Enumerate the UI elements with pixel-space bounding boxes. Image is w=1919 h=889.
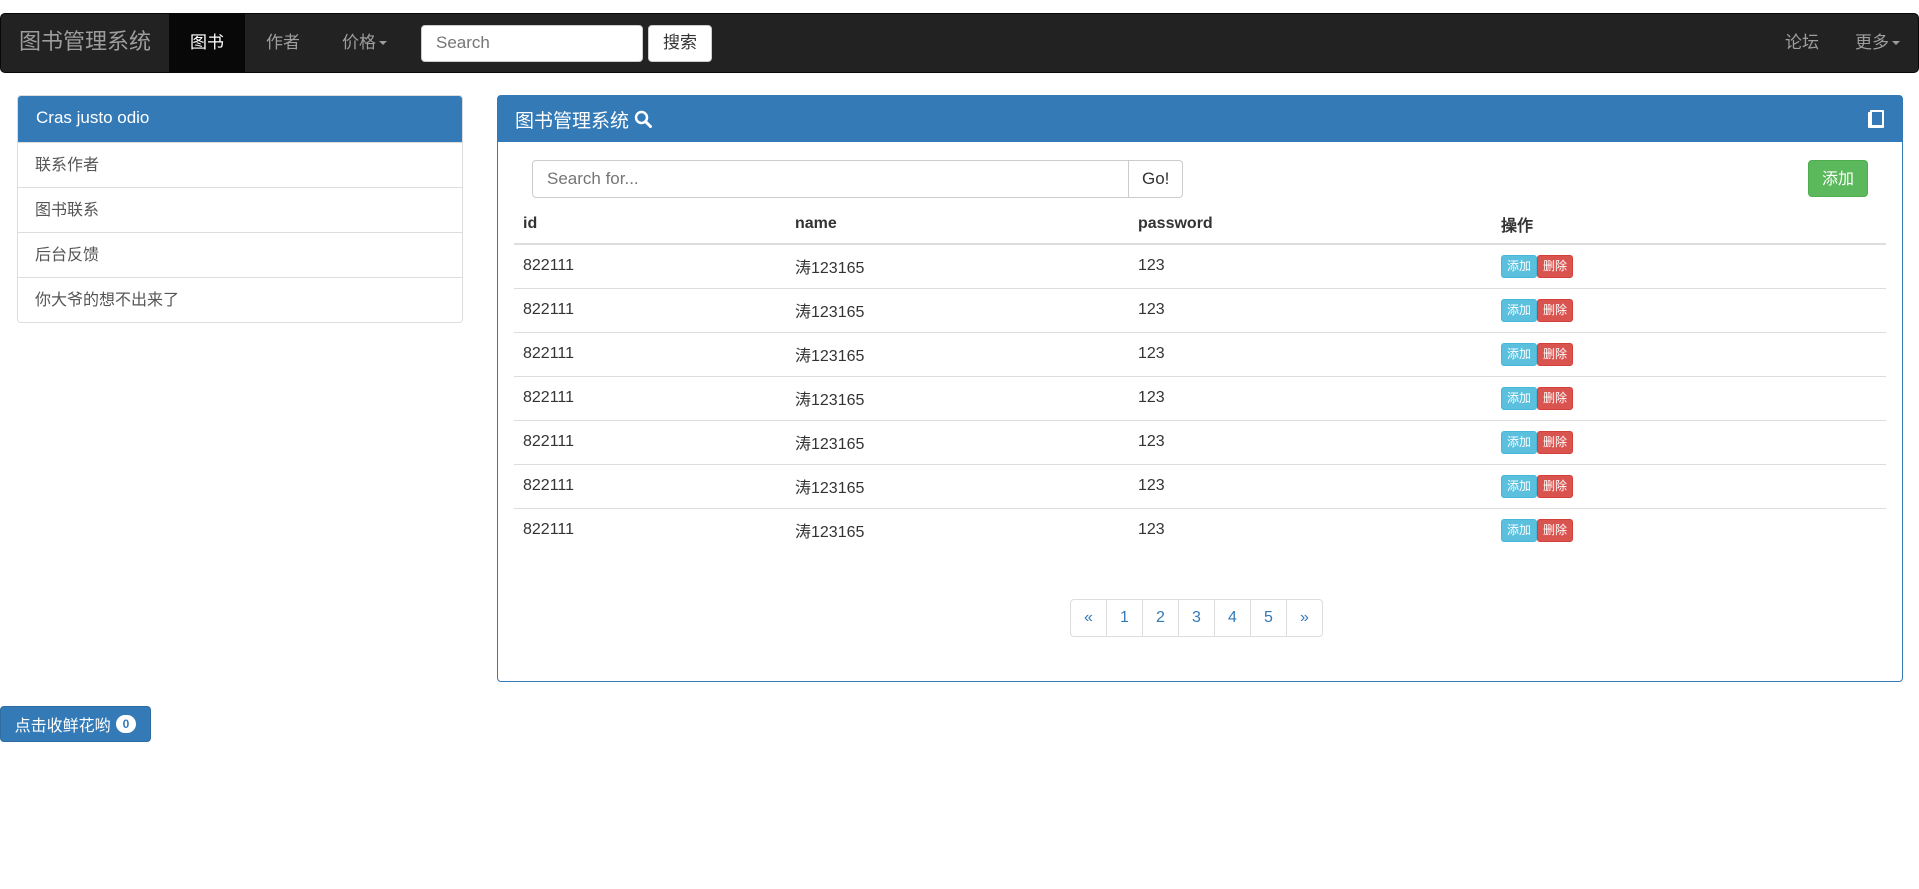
cell-actions: 添加 删除 (1492, 244, 1886, 288)
row-add-button[interactable]: 添加 (1501, 298, 1538, 322)
column-header-password: password (1129, 204, 1492, 245)
panel-heading: 图书管理系统 (498, 96, 1902, 142)
panel-search-group: Go! (532, 160, 1184, 198)
table-header-row: id name password 操作 (514, 204, 1886, 245)
cell-name: 涛123165 (786, 463, 1129, 508)
top-navbar: 图书管理系统 图书 作者 价格 搜索 论坛 更多 (0, 13, 1919, 73)
table-row: 822111 涛123165 123 添加 删除 (514, 419, 1886, 464)
column-header-actions: 操作 (1492, 204, 1886, 245)
nav-item-label: 图书 (190, 33, 225, 53)
pagination-page[interactable]: 5 (1250, 599, 1287, 637)
cell-name: 涛123165 (786, 287, 1129, 332)
row-delete-button[interactable]: 删除 (1537, 254, 1574, 278)
add-button[interactable]: 添加 (1808, 160, 1868, 197)
cell-actions: 添加 删除 (1492, 331, 1886, 376)
table-row: 822111 涛123165 123 添加 删除 (514, 507, 1886, 552)
pagination: «1 2 3 4 5» (1070, 599, 1323, 637)
nav-dropdown-more[interactable]: 更多 (1837, 13, 1918, 73)
nav-item-forum[interactable]: 论坛 (1767, 13, 1837, 73)
table-row: 822111 涛123165 123 添加 删除 (514, 287, 1886, 332)
table-row: 822111 涛123165 123 添加 删除 (514, 331, 1886, 376)
sidebar-item-contact-author[interactable]: 联系作者 (18, 142, 462, 187)
table-row: 822111 涛123165 123 添加 删除 (514, 375, 1886, 420)
row-add-button[interactable]: 添加 (1501, 518, 1538, 542)
navbar-brand[interactable]: 图书管理系统 (1, 13, 169, 73)
cell-password: 123 (1129, 463, 1492, 508)
cell-id: 822111 (514, 287, 786, 332)
row-delete-button[interactable]: 删除 (1537, 518, 1574, 542)
row-delete-button[interactable]: 删除 (1537, 386, 1574, 410)
cell-name: 涛123165 (786, 331, 1129, 376)
cell-id: 822111 (514, 331, 786, 376)
row-add-button[interactable]: 添加 (1501, 430, 1538, 454)
pagination-page[interactable]: 2 (1142, 599, 1179, 637)
navbar-search-input[interactable] (421, 24, 644, 62)
navbar-right: 论坛 更多 (1767, 13, 1918, 73)
search-icon (634, 110, 653, 128)
cell-actions: 添加 删除 (1492, 419, 1886, 464)
cell-password: 123 (1129, 419, 1492, 464)
cell-id: 822111 (514, 463, 786, 508)
cell-id: 822111 (523, 257, 575, 275)
cell-actions: 添加 删除 (1492, 375, 1886, 420)
nav-dropdown-price[interactable]: 价格 (321, 13, 408, 73)
row-delete-button[interactable]: 删除 (1537, 298, 1574, 322)
table-body: 822111 涛123165 123 添加 删除 822111 涛123165 123 添加 删除… (514, 244, 1886, 552)
cell-name: 涛123165 (795, 260, 865, 278)
caret-down-icon (379, 41, 388, 45)
panel-title: 图书管理系统 (515, 109, 630, 132)
cell-name: 涛123165 (786, 419, 1129, 464)
table-row: 822111 涛123165 123 添加 删除 (514, 244, 1886, 288)
panel-search-input[interactable] (532, 160, 1129, 198)
caret-down-icon (1892, 41, 1900, 45)
cell-actions: 添加 删除 (1492, 287, 1886, 332)
cell-id: 822111 (514, 507, 786, 552)
flower-button-label: 点击收鲜花哟 (14, 716, 111, 735)
pagination-page[interactable]: 3 (1178, 599, 1215, 637)
cell-password: 123 (1138, 257, 1165, 275)
cell-id: 822111 (514, 375, 786, 420)
nav-item-label: 作者 (266, 33, 301, 53)
book-icon (1867, 109, 1885, 129)
row-add-button[interactable]: 添加 (1501, 474, 1538, 498)
nav-item-label: 价格 (342, 33, 377, 53)
nav-item-books[interactable]: 图书 (169, 13, 246, 73)
nav-item-label: 论坛 (1785, 33, 1819, 53)
cell-password: 123 (1129, 507, 1492, 552)
column-header-name: name (786, 204, 1129, 245)
cell-password: 123 (1129, 287, 1492, 332)
row-add-button[interactable]: 添加 (1501, 254, 1538, 278)
cell-id: 822111 (514, 419, 786, 464)
cell-actions: 添加 删除 (1492, 463, 1886, 508)
cell-actions: 添加 删除 (1492, 507, 1886, 552)
nav-item-authors[interactable]: 作者 (245, 13, 321, 73)
row-delete-button[interactable]: 删除 (1537, 430, 1574, 454)
go-button[interactable]: Go! (1129, 160, 1184, 198)
sidebar-list-group: Cras justo odio 联系作者 图书联系 后台反馈 你大爷的想不出来了 (17, 95, 463, 323)
cell-password: 123 (1129, 331, 1492, 376)
column-header-id: id (514, 204, 786, 245)
table-row: 822111 涛123165 123 添加 删除 (514, 463, 1886, 508)
cell-name: 涛123165 (786, 507, 1129, 552)
pagination-page[interactable]: 1 (1106, 599, 1143, 637)
navbar-search-button[interactable]: 搜索 (648, 24, 713, 62)
sidebar-item-misc[interactable]: 你大爷的想不出来了 (18, 277, 462, 322)
nav-item-label: 更多 (1855, 33, 1889, 53)
cell-password: 123 (1129, 375, 1492, 420)
flower-button[interactable]: 点击收鲜花哟 0 (0, 706, 151, 742)
sidebar-item-feedback[interactable]: 后台反馈 (18, 232, 462, 277)
pagination-page[interactable]: 4 (1214, 599, 1251, 637)
pagination-next[interactable]: » (1286, 599, 1323, 637)
books-table: id name password 操作 822111 涛123165 123 添加 删除… (514, 204, 1886, 552)
pagination-prev[interactable]: « (1070, 599, 1107, 637)
row-delete-button[interactable]: 删除 (1537, 474, 1574, 498)
sidebar-item-book-contact[interactable]: 图书联系 (18, 187, 462, 232)
row-add-button[interactable]: 添加 (1501, 386, 1538, 410)
sidebar-heading[interactable]: Cras justo odio (18, 96, 462, 142)
flower-count-badge: 0 (115, 715, 137, 733)
cell-name: 涛123165 (786, 375, 1129, 420)
main-panel: 图书管理系统 Go! 添加 id name password 操作 822111… (497, 95, 1903, 682)
row-add-button[interactable]: 添加 (1501, 342, 1538, 366)
row-delete-button[interactable]: 删除 (1537, 342, 1574, 366)
